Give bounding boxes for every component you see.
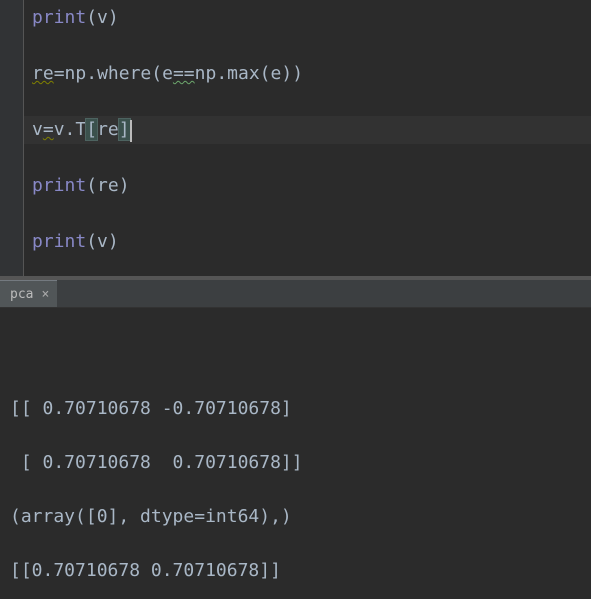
- blank-line: [32, 200, 591, 228]
- console-output[interactable]: [[ 0.70710678 -0.70710678] [ 0.70710678 …: [0, 308, 591, 594]
- bracket-match-open: [: [86, 119, 97, 140]
- blank-line: [32, 88, 591, 116]
- builtin-fn: print: [32, 7, 86, 28]
- code-line[interactable]: print(v): [32, 4, 591, 32]
- blank-line: [32, 32, 591, 60]
- output-line: [[0.70710678 0.70710678]]: [10, 560, 281, 581]
- code-line[interactable]: re=np.where(e==np.max(e)): [32, 60, 591, 88]
- output-line: [ 0.70710678 0.70710678]]: [10, 452, 303, 473]
- bracket-match-close: ]: [119, 119, 130, 140]
- console-tab-bar: pca ×: [0, 280, 591, 308]
- blank-line: [32, 144, 591, 172]
- console-pane: pca × [[ 0.70710678 -0.70710678] [ 0.707…: [0, 280, 591, 594]
- close-icon[interactable]: ×: [39, 287, 51, 302]
- builtin-fn: print: [32, 231, 86, 252]
- text-caret: [130, 120, 132, 142]
- code-editor-pane: print(v) re=np.where(e==np.max(e)) v=v.T…: [0, 0, 591, 276]
- code-line[interactable]: print(re): [32, 172, 591, 200]
- tab-pca[interactable]: pca ×: [0, 280, 57, 307]
- output-line: [[ 0.70710678 -0.70710678]: [10, 398, 292, 419]
- tab-label: pca: [10, 287, 33, 302]
- editor-gutter: [0, 0, 24, 276]
- output-line: (array([0], dtype=int64),): [10, 506, 292, 527]
- code-area[interactable]: print(v) re=np.where(e==np.max(e)) v=v.T…: [24, 0, 591, 276]
- builtin-fn: print: [32, 175, 86, 196]
- code-line[interactable]: print(v): [32, 228, 591, 256]
- code-line-current[interactable]: v=v.T[re]: [32, 116, 591, 144]
